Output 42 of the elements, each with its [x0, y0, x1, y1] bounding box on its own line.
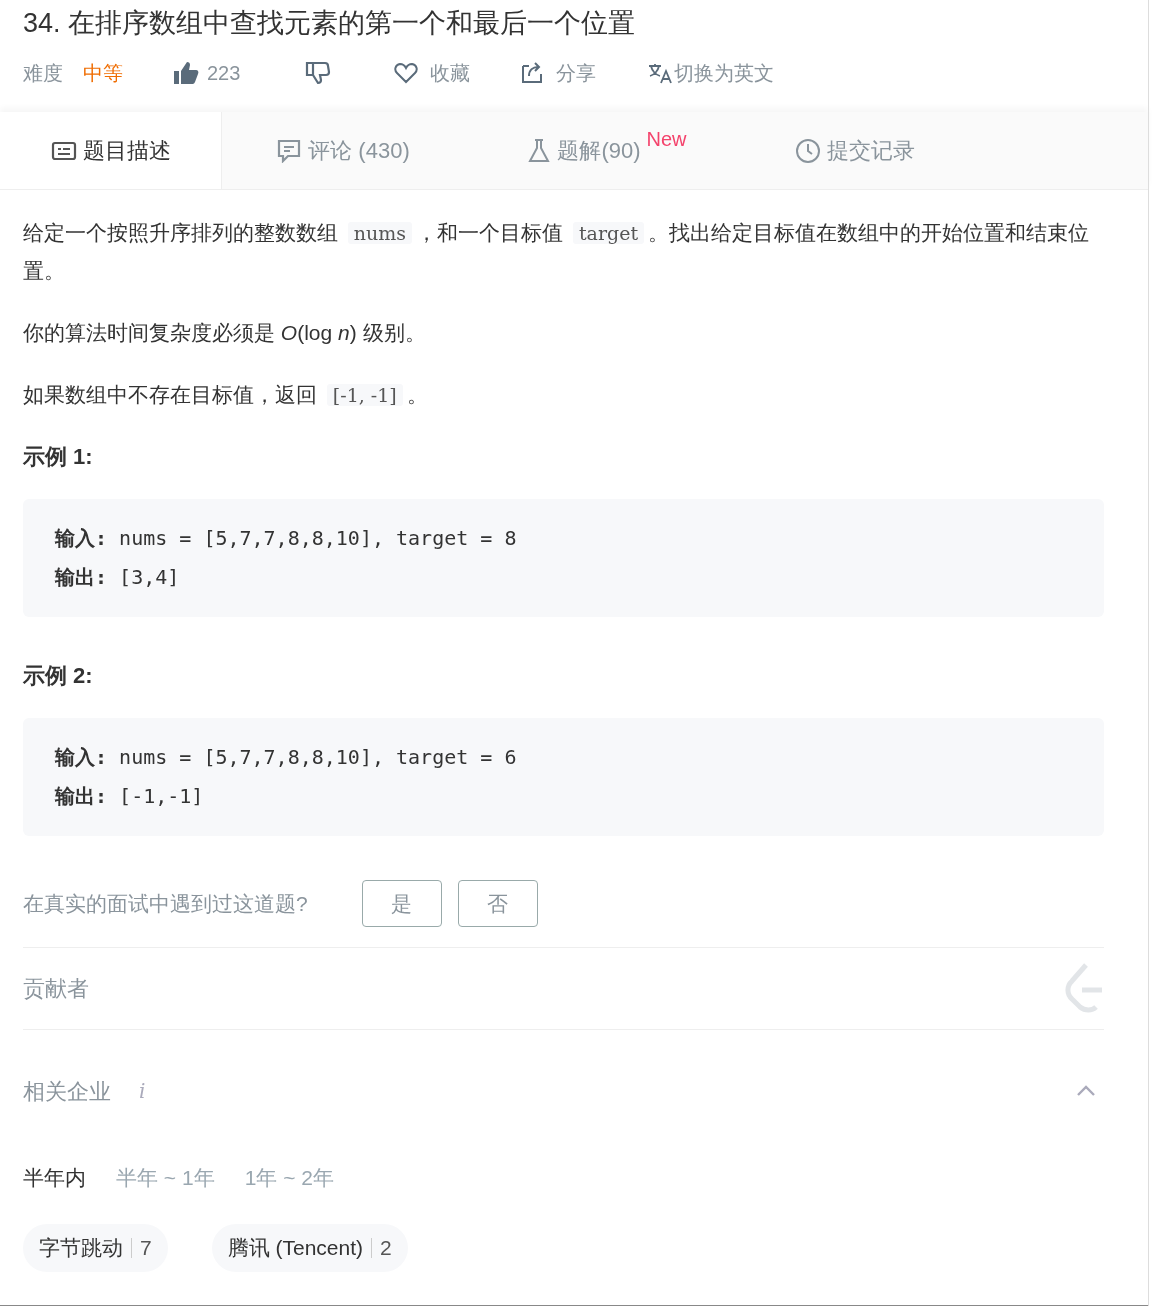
period-tab[interactable]: 半年 ~ 1年 — [116, 1162, 215, 1194]
share-icon — [520, 62, 545, 84]
info-icon[interactable]: i — [139, 1076, 146, 1106]
example-heading: 示例 2: — [23, 662, 94, 690]
tab[interactable]: 提交记录 — [750, 112, 960, 189]
card-icon — [50, 139, 77, 162]
interview-question: 在真实的面试中遇到过这道题? — [23, 890, 308, 917]
difficulty-label: 难度 — [23, 61, 63, 86]
inline-code: target — [572, 222, 645, 244]
tab[interactable]: 题目描述 — [0, 112, 222, 189]
description-paragraph: 你的算法时间复杂度必须是 O(log n) 级别。 — [23, 320, 427, 346]
description-paragraph: 给定一个按照升序排列的整数数组 nums ，和一个目标值 target 。找出给定目标值在数组中的开始位置和结束位置。 — [23, 220, 1091, 284]
tab[interactable]: 题解(90) New — [464, 112, 750, 189]
share-button[interactable]: 分享 — [520, 58, 597, 88]
answer-button[interactable]: 否 — [457, 880, 538, 927]
flask-icon — [527, 137, 552, 164]
difficulty-value: 中等 — [83, 61, 123, 86]
new-label: New — [646, 127, 687, 152]
code-block: 输入: nums = [5,7,7,8,8,10], target = 8 输出: [3,4] — [23, 499, 1104, 617]
company-tag[interactable]: 字节跳动 7 — [23, 1223, 168, 1272]
company-tag[interactable]: 腾讯 (Tencent) 2 — [211, 1223, 408, 1272]
thumbs-up-icon — [173, 61, 199, 85]
like-button[interactable]: 223 — [173, 58, 241, 88]
dislike-button[interactable] — [304, 61, 333, 85]
problem-title: 34. 在排序数组中查找元素的第一个和最后一个位置 — [23, 7, 637, 40]
code-block: 输入: nums = [5,7,7,8,8,10], target = 6 输出: [-1,-1] — [23, 718, 1104, 836]
language-switch-button[interactable]: 切换为英文 — [648, 58, 775, 88]
contributors-label: 贡献者 — [23, 975, 89, 1003]
heart-icon — [394, 62, 419, 84]
comment-icon — [276, 138, 303, 163]
favorite-button[interactable]: 收藏 — [394, 58, 471, 88]
inline-code: nums — [347, 222, 413, 244]
tab[interactable]: 评论 (430) — [222, 112, 464, 189]
period-tab[interactable]: 半年内 — [23, 1162, 86, 1194]
translate-icon — [648, 62, 673, 84]
example-heading: 示例 1: — [23, 443, 94, 471]
companies-label: 相关企业 — [23, 1077, 111, 1106]
answer-button[interactable]: 是 — [361, 880, 442, 927]
clock-icon — [795, 137, 821, 164]
period-tab[interactable]: 1年 ~ 2年 — [244, 1162, 334, 1194]
inline-code: [-1, -1] — [326, 384, 403, 406]
description-paragraph: 如果数组中不存在目标值，返回 [-1, -1] 。 — [23, 382, 429, 408]
